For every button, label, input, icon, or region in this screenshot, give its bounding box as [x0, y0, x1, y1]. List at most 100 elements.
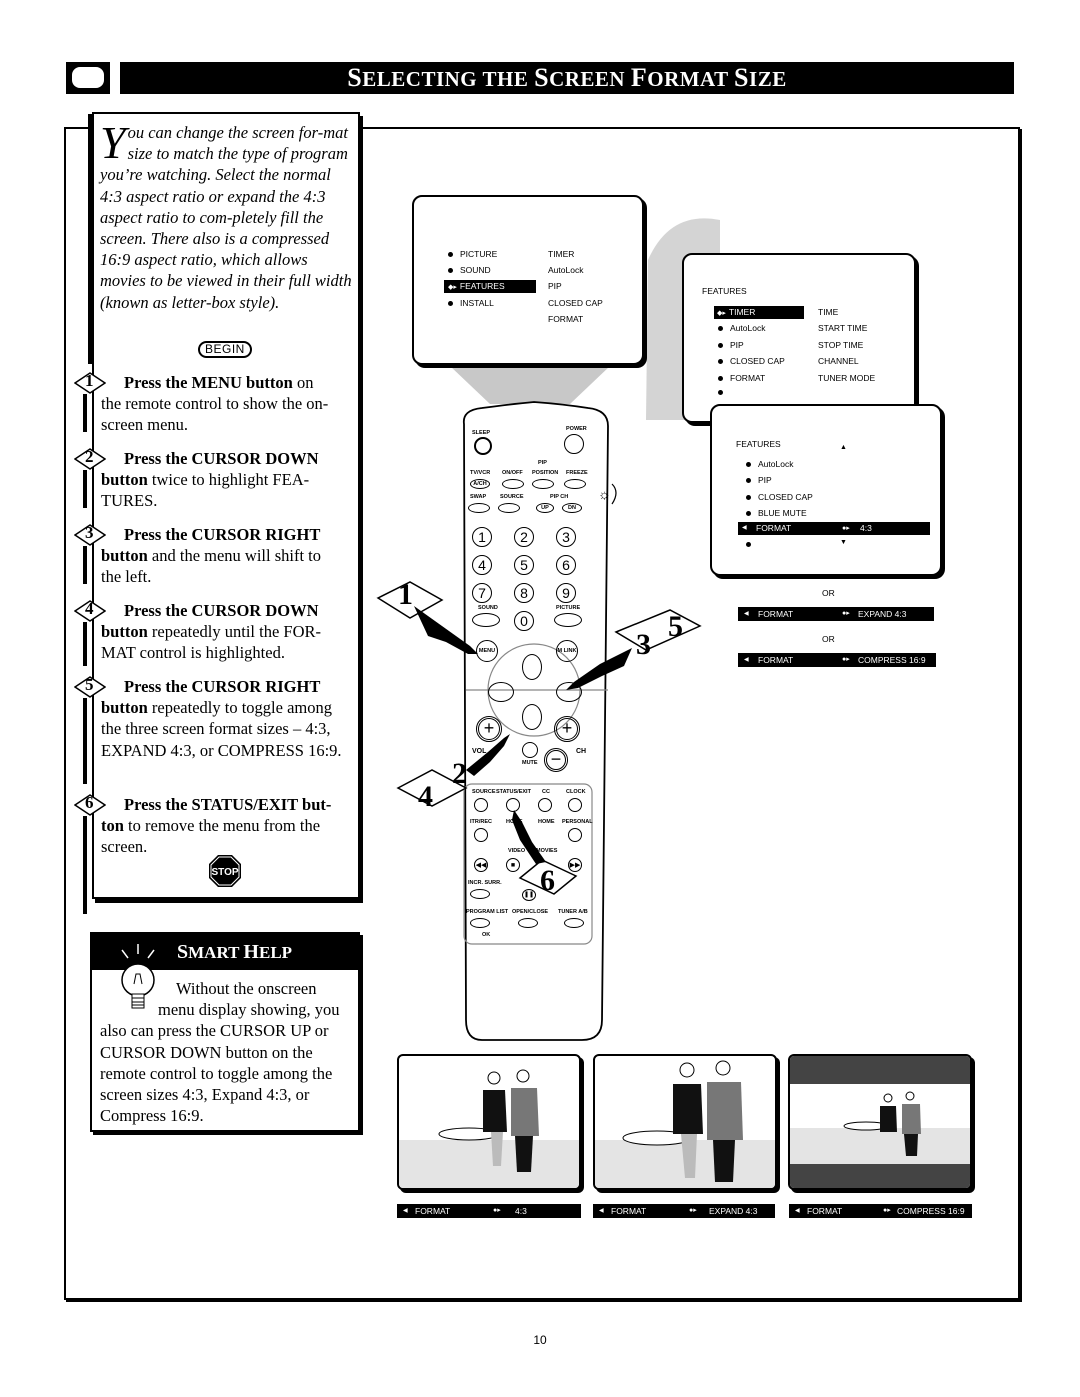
business-people-image — [399, 1069, 579, 1188]
step-bar — [83, 816, 87, 914]
tv-vcr-button[interactable]: A/CH — [470, 479, 490, 489]
smart-help-panel: SMART HELP Without the onscreen menu dis… — [90, 932, 360, 1132]
pip-on-off-button[interactable] — [502, 479, 524, 489]
step-number-badge: 3 — [74, 523, 106, 546]
menu-item[interactable]: PIP — [718, 339, 744, 352]
menu-title: FEATURES — [702, 286, 747, 296]
step-5: 5 Press the CURSOR RIGHT button repeated… — [74, 675, 344, 784]
source-button[interactable] — [498, 503, 520, 513]
menu-item[interactable]: FORMAT — [718, 372, 765, 385]
step-bar — [83, 470, 87, 508]
format-bar-expand-4-3: ◀ FORMAT ●▸ EXPAND 4:3 — [593, 1204, 775, 1218]
submenu-item: TIMER — [548, 249, 575, 259]
sensor-icon: ☼ — [598, 488, 611, 503]
page-title: SELECTING THE SCREEN FORMAT SIZE — [120, 62, 1014, 94]
callout-step-4: 4 — [418, 780, 433, 813]
title-cap: S — [734, 63, 750, 92]
swap-button[interactable] — [468, 503, 490, 513]
callout-step-6: 6 — [540, 864, 555, 897]
open-close-label: OPEN/CLOSE — [512, 909, 549, 915]
menu-item-sound[interactable]: SOUND — [448, 264, 491, 277]
title-text: CREEN — [549, 67, 631, 91]
intro-paragraph: You can change the screen for-mat size t… — [100, 120, 352, 313]
menu-item-picture[interactable]: PICTURE — [448, 248, 497, 261]
digit-2-button[interactable]: 2 — [514, 527, 534, 547]
tuner-ab-button[interactable] — [564, 918, 584, 928]
business-people-image-letterbox — [790, 1056, 970, 1188]
main-menu-screen: PICTURE SOUND ◆▸ FEATURES INSTALL TIMER A… — [412, 195, 644, 365]
step-number-badge: 1 — [74, 371, 106, 394]
screen-preview-4-3 — [397, 1054, 581, 1190]
pip-position-button[interactable] — [532, 479, 554, 489]
sleep-label: SLEEP — [472, 430, 491, 436]
menu-item[interactable]: CLOSED CAP — [746, 491, 813, 504]
cursor-updown-icon: ◆▸ — [717, 310, 726, 317]
menu-item-empty — [718, 386, 730, 399]
step-number-badge: 6 — [74, 793, 106, 816]
stop-sign-icon: STOP — [209, 855, 241, 887]
step-heading: Press the CURSOR RIGHT — [124, 677, 321, 696]
callout-step-3: 3 — [636, 628, 651, 661]
step-heading: Press the CURSOR RIGHT — [124, 525, 321, 544]
step-6: 6 Press the STATUS/EXIT but- ton to remo… — [74, 793, 344, 914]
sleep-button[interactable] — [474, 437, 492, 455]
intro-text: ou can change the screen for-mat size to… — [100, 123, 352, 312]
callout-step-5: 5 — [668, 610, 683, 643]
program-list-button[interactable] — [470, 918, 490, 928]
menu-item[interactable]: PIP — [746, 474, 772, 487]
title-text: ELECTING THE — [362, 67, 535, 91]
or-label: OR — [822, 634, 835, 644]
step-bar — [83, 622, 87, 666]
step-body: button and the menu will shift to the le… — [101, 546, 322, 587]
digit-1-button[interactable]: 1 — [472, 527, 492, 547]
step-bar — [83, 394, 87, 432]
submenu-item: CLOSED CAP — [548, 298, 603, 308]
tv-vcr-label: TV/VCR — [470, 470, 491, 476]
tuner-ab-label: TUNER A/B — [558, 909, 588, 915]
digit-3-button[interactable]: 3 — [556, 527, 576, 547]
features-menu-screen: FEATURES ◆▸ TIMER AutoLock PIP CLOSED CAP… — [682, 253, 916, 423]
ok-label: OK — [482, 932, 491, 938]
cursor-updown-icon: ◆▸ — [448, 284, 457, 291]
begin-badge: BEGIN — [198, 341, 252, 358]
smart-help-text: Without the onscreen menu display showin… — [100, 979, 340, 1126]
pip-ch-down-button[interactable]: DN — [562, 503, 582, 513]
menu-item[interactable]: AutoLock — [718, 322, 765, 335]
title-cap: F — [630, 63, 648, 92]
step-heading: Press the STATUS/EXIT but- — [124, 795, 332, 814]
step-number-badge: 4 — [74, 599, 106, 622]
format-bar-compress-16-9: ◀ FORMAT ●▸ COMPRESS 16:9 — [789, 1204, 972, 1218]
format-bar-4-3: ◀ FORMAT ●▸ 4:3 — [397, 1204, 581, 1218]
menu-item-timer-selected[interactable]: ◆▸ TIMER — [714, 306, 804, 319]
screen-preview-compress — [788, 1054, 972, 1190]
tv-icon — [66, 62, 110, 94]
menu-item-features-selected[interactable]: ◆▸ FEATURES — [444, 280, 536, 293]
menu-item-empty — [746, 538, 758, 551]
step-heading: Press the MENU button on — [124, 373, 314, 392]
submenu-item: START TIME — [818, 323, 868, 333]
step-number-badge: 5 — [74, 675, 106, 698]
pip-label: PIP — [538, 460, 547, 466]
stop-label: STOP — [211, 867, 238, 878]
pip-ch-up-button[interactable]: UP — [536, 503, 554, 513]
or-label: OR — [822, 588, 835, 598]
title-text: IZE — [749, 67, 787, 91]
step-body: ton to remove the menu from the screen. — [101, 816, 321, 857]
menu-item[interactable]: AutoLock — [746, 458, 793, 471]
menu-item-install[interactable]: INSTALL — [448, 297, 494, 310]
power-button[interactable] — [564, 434, 584, 454]
step-number-badge: 2 — [74, 447, 106, 470]
step-body: button twice to highlight FEA-TURES. — [101, 470, 310, 511]
submenu-item: STOP TIME — [818, 340, 864, 350]
menu-item[interactable]: CLOSED CAP — [718, 355, 785, 368]
pip-position-label: POSITION — [532, 470, 559, 476]
menu-item[interactable]: BLUE MUTE — [746, 507, 807, 520]
menu-item-format-selected[interactable]: ◀ FORMAT ●▸ 4:3 — [738, 522, 930, 535]
submenu-item: CHANNEL — [818, 356, 859, 366]
submenu-item: TUNER MODE — [818, 373, 876, 383]
open-close-button[interactable] — [518, 918, 538, 928]
pip-ch-label: PIP CH — [550, 494, 569, 500]
title-text: ORMAT — [647, 67, 735, 91]
power-label: POWER — [566, 426, 587, 432]
freeze-button[interactable] — [564, 479, 586, 489]
